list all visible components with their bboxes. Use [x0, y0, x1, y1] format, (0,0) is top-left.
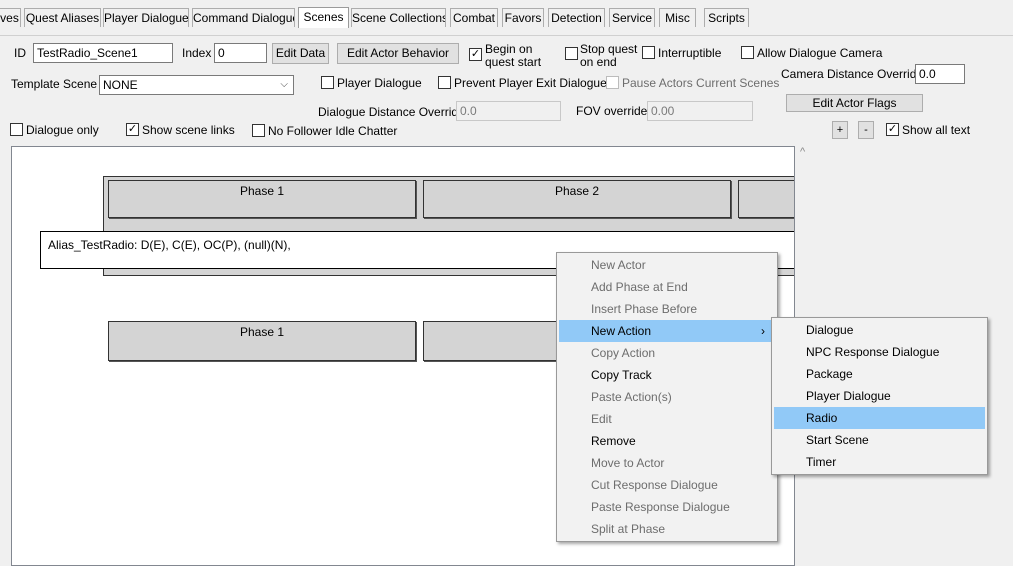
submenu-item-start-scene[interactable]: Start Scene [774, 429, 985, 451]
menu-item-copy-action: Copy Action [591, 346, 656, 360]
phase-label: Phase 1 [239, 325, 285, 339]
checkmark-icon: ✓ [127, 123, 138, 135]
no-follower-idle-label: No Follower Idle Chatter [268, 124, 398, 138]
edit-actor-flags-button[interactable]: Edit Actor Flags [786, 94, 923, 112]
pause-actors-checkbox [606, 76, 619, 89]
player-dialogue-checkbox[interactable] [321, 76, 334, 89]
phase-label: Phase 2 [554, 184, 600, 198]
stop-quest-on-end-label-2: on end [580, 55, 617, 69]
menu-item-paste-response-dialogue: Paste Response Dialogue [591, 500, 730, 514]
tab-favors[interactable]: Favors [502, 8, 544, 27]
template-scene-value: NONE [103, 78, 138, 92]
submenu-item-npc-response-dialogue[interactable]: NPC Response Dialogue [774, 341, 985, 363]
chevron-up-icon[interactable]: ^ [800, 146, 805, 158]
tab-divider [0, 35, 1013, 36]
tab-scene-collections[interactable]: Scene Collections [351, 8, 446, 27]
allow-dialogue-camera-label: Allow Dialogue Camera [757, 46, 883, 60]
menu-item-add-phase-at-end: Add Phase at End [591, 280, 688, 294]
menu-item-edit: Edit [591, 412, 612, 426]
checkmark-icon: ✓ [887, 123, 898, 135]
menu-item-insert-phase-before: Insert Phase Before [591, 302, 698, 316]
phase-header[interactable]: Phase 1 [108, 180, 416, 218]
checkmark-icon: ✓ [470, 48, 481, 60]
show-all-text-checkbox[interactable]: ✓ [886, 123, 899, 136]
tab-detection[interactable]: Detection [548, 8, 605, 27]
id-field[interactable]: TestRadio_Scene1 [33, 43, 173, 63]
menu-item-paste-actions: Paste Action(s) [591, 390, 672, 404]
tab-scenes[interactable]: Scenes [298, 7, 349, 28]
zoom-in-button[interactable]: + [832, 121, 848, 139]
stop-quest-on-end-label-1: Stop quest [580, 42, 638, 56]
interruptible-checkbox[interactable] [642, 46, 655, 59]
begin-on-quest-start-checkbox[interactable]: ✓ [469, 48, 482, 61]
context-menu: New Actor Add Phase at End Insert Phase … [556, 252, 778, 542]
submenu-item-radio[interactable]: Radio [774, 407, 985, 429]
id-label: ID [14, 46, 26, 60]
template-scene-label: Template Scene [11, 77, 98, 91]
phase-header-partial[interactable] [738, 180, 794, 218]
prevent-player-exit-label: Prevent Player Exit Dialogue [454, 76, 607, 90]
zoom-out-button[interactable]: - [858, 121, 874, 139]
camera-distance-label: Camera Distance Override [781, 67, 924, 81]
tab-scripts[interactable]: Scripts [704, 8, 749, 27]
tab-misc[interactable]: Misc [659, 8, 696, 27]
tab-player-dialogue[interactable]: Player Dialogue [103, 8, 189, 27]
submenu-item-dialogue[interactable]: Dialogue [774, 319, 985, 341]
menu-item-new-action[interactable]: New Action › [559, 320, 775, 342]
menu-item-copy-track[interactable]: Copy Track [559, 364, 775, 386]
edit-data-button[interactable]: Edit Data [272, 43, 329, 64]
submenu-item-timer[interactable]: Timer [774, 451, 985, 473]
tab-strip: ves Quest Aliases Player Dialogue Comman… [0, 0, 1013, 36]
edit-actor-behavior-button[interactable]: Edit Actor Behavior [337, 43, 459, 64]
dialogue-only-label: Dialogue only [26, 123, 99, 137]
menu-item-cut-response-dialogue: Cut Response Dialogue [591, 478, 718, 492]
show-scene-links-label: Show scene links [142, 123, 235, 137]
tab-command-dialogue[interactable]: Command Dialogue [192, 8, 295, 27]
tab-combat[interactable]: Combat [450, 8, 498, 27]
phase-header[interactable]: Phase 2 [423, 180, 731, 218]
submenu-item-player-dialogue[interactable]: Player Dialogue [774, 385, 985, 407]
index-label: Index [182, 46, 212, 60]
chevron-right-icon: › [761, 324, 765, 338]
menu-item-remove[interactable]: Remove [559, 430, 775, 452]
phase-header[interactable]: Phase 1 [108, 321, 416, 361]
show-scene-links-checkbox[interactable]: ✓ [126, 123, 139, 136]
pause-actors-label: Pause Actors Current Scenes [622, 76, 780, 90]
no-follower-idle-checkbox[interactable] [252, 124, 265, 137]
tab-aliases-partial[interactable]: ves [0, 8, 21, 27]
fov-field: 0.00 [647, 101, 753, 121]
phase-header-partial[interactable] [423, 321, 573, 361]
dialogue-distance-field: 0.0 [456, 101, 561, 121]
show-all-text-label: Show all text [902, 123, 971, 137]
menu-item-split-at-phase: Split at Phase [591, 522, 666, 536]
prevent-player-exit-checkbox[interactable] [438, 76, 451, 89]
begin-on-quest-start-label-1: Begin on [485, 42, 533, 56]
tab-service[interactable]: Service [609, 8, 655, 27]
camera-distance-field[interactable]: 0.0 [915, 64, 965, 84]
chevron-down-icon: ⌵ [280, 79, 288, 90]
index-field[interactable]: 0 [214, 43, 267, 63]
fov-label: FOV override [576, 104, 648, 118]
allow-dialogue-camera-checkbox[interactable] [741, 46, 754, 59]
stop-quest-on-end-checkbox[interactable] [565, 47, 578, 60]
player-dialogue-label: Player Dialogue [337, 76, 422, 90]
dialogue-only-checkbox[interactable] [10, 123, 23, 136]
new-action-submenu: Dialogue NPC Response Dialogue Package P… [771, 317, 988, 475]
template-scene-dropdown[interactable]: NONE ⌵ [99, 75, 294, 95]
interruptible-label: Interruptible [658, 46, 722, 60]
menu-item-new-action-label: New Action [591, 324, 652, 338]
submenu-item-package[interactable]: Package [774, 363, 985, 385]
begin-on-quest-start-label-2: quest start [485, 55, 542, 69]
dialogue-distance-label: Dialogue Distance Override [318, 105, 465, 119]
menu-item-new-actor: New Actor [591, 258, 646, 272]
phase-label: Phase 1 [239, 184, 285, 198]
menu-item-move-to-actor: Move to Actor [591, 456, 665, 470]
tab-quest-aliases[interactable]: Quest Aliases [24, 8, 101, 27]
